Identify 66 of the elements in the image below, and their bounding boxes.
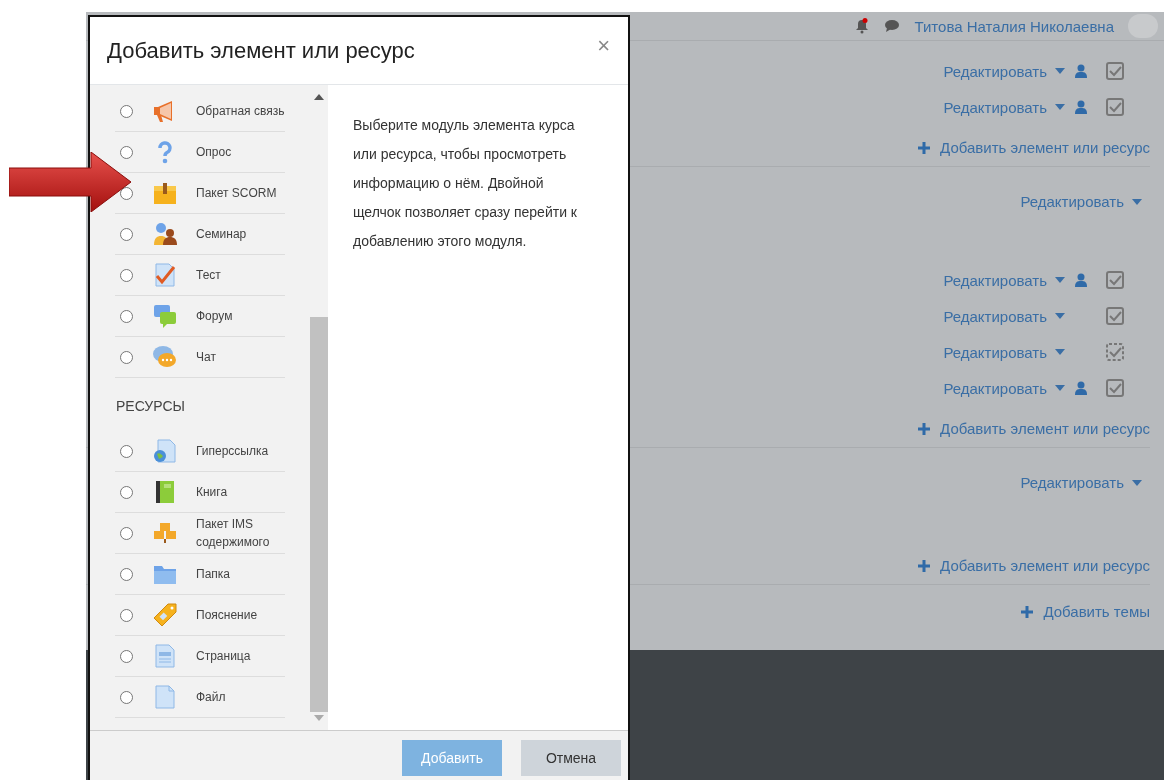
scroll-up-arrow-icon[interactable] [314, 94, 324, 100]
chat-bubble-icon[interactable] [884, 18, 901, 34]
file-icon [152, 684, 178, 710]
category-heading: РЕСУРСЫ [115, 397, 186, 416]
plus-icon[interactable] [1021, 605, 1034, 618]
document-icon [152, 643, 178, 669]
radio-button[interactable] [120, 690, 133, 704]
completion-checkbox-icon[interactable] [1106, 343, 1124, 361]
module-name[interactable]: Тест [196, 266, 285, 284]
person-icon[interactable] [1075, 381, 1087, 395]
radio-button[interactable] [120, 649, 133, 663]
caret-icon [1055, 277, 1065, 283]
radio-button[interactable] [120, 227, 133, 241]
radio-button[interactable] [120, 145, 133, 159]
radio-button[interactable] [120, 485, 133, 499]
completion-checkbox-icon[interactable] [1106, 98, 1124, 116]
caret-icon [1055, 104, 1065, 110]
caret-icon [1055, 349, 1065, 355]
person-icon[interactable] [1075, 273, 1087, 287]
module-name[interactable]: Семинар [196, 225, 285, 243]
module-name[interactable]: Гиперссылка [196, 442, 285, 460]
completion-checkbox-icon[interactable] [1106, 307, 1124, 325]
caret-icon [1055, 313, 1065, 319]
close-button[interactable]: × [597, 32, 610, 59]
radio-button[interactable] [120, 526, 133, 540]
caret-icon [1055, 385, 1065, 391]
radio-button[interactable] [120, 309, 133, 323]
person-icon[interactable] [1075, 64, 1087, 78]
package-box-icon [152, 180, 178, 206]
module-name[interactable]: Опрос [196, 143, 285, 161]
module-description: Выберите модуль элемента курса или ресурса, чтобы просмотреть информацию о нём. Двойной щелчок позволяет сразу перейти к добавлению этого модуля. [352, 116, 578, 251]
radio-button[interactable] [120, 350, 133, 364]
plus-icon[interactable] [918, 559, 931, 572]
completion-checkbox-icon[interactable] [1106, 62, 1124, 80]
bell-icon[interactable] [854, 18, 871, 34]
caret-icon [1055, 68, 1065, 74]
radio-button[interactable] [120, 444, 133, 458]
plus-icon[interactable] [918, 422, 931, 435]
completion-checkbox-icon[interactable] [1106, 379, 1124, 397]
globe-page-icon [152, 438, 178, 464]
person-icon[interactable] [1075, 100, 1087, 114]
module-name[interactable]: Пакет IMS содержимого [196, 515, 285, 551]
module-name[interactable]: Чат [196, 348, 285, 366]
cancel-button[interactable]: Отмена [521, 740, 621, 776]
completion-checkbox-icon[interactable] [1106, 271, 1124, 289]
module-name[interactable]: Папка [196, 565, 285, 583]
speech-bubbles-icon [152, 303, 178, 329]
radio-button[interactable] [120, 608, 133, 622]
radio-button[interactable] [120, 268, 133, 282]
module-name[interactable]: Обратная связь [196, 102, 285, 120]
scroll-down-arrow-icon[interactable] [314, 715, 324, 721]
module-name[interactable]: Книга [196, 483, 285, 501]
module-name[interactable]: Форум [196, 307, 285, 325]
dialog-title: Добавить элемент или ресурс [107, 37, 415, 64]
module-name[interactable]: Файл [196, 688, 285, 706]
checklist-icon [152, 262, 178, 288]
stacked-boxes-icon [152, 520, 178, 546]
tag-icon [152, 602, 178, 628]
module-name[interactable]: Пакет SCORM [196, 184, 285, 202]
people-icon [152, 221, 178, 247]
plus-icon[interactable] [918, 141, 931, 154]
module-name[interactable]: Страница [196, 647, 285, 665]
radio-button[interactable] [120, 567, 133, 581]
radio-button[interactable] [120, 104, 133, 118]
module-name[interactable]: Пояснение [196, 606, 285, 624]
chat-bubble-icon [152, 344, 178, 370]
